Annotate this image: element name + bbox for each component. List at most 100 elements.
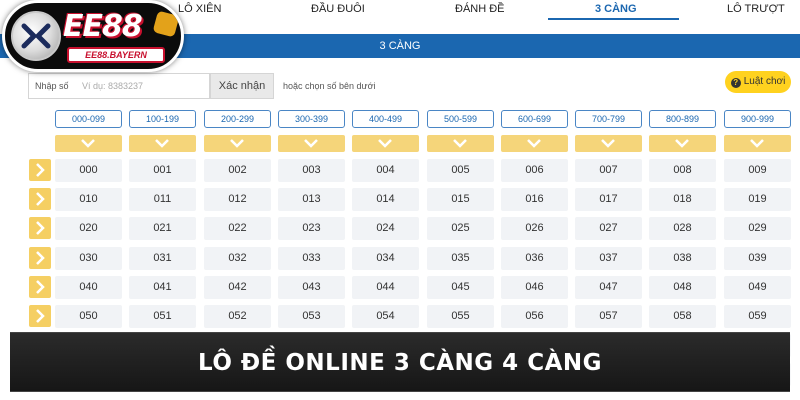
range-expand-button[interactable] <box>575 135 642 152</box>
range-button[interactable]: 800-899 <box>649 110 716 128</box>
confirm-button[interactable]: Xác nhận <box>210 73 274 99</box>
row-select-button[interactable] <box>29 188 51 210</box>
number-cell[interactable]: 035 <box>427 247 494 270</box>
tab-danh-de[interactable]: ĐÁNH ĐỀ <box>455 3 505 15</box>
number-cell[interactable]: 049 <box>724 276 791 299</box>
number-cell[interactable]: 010 <box>55 188 122 211</box>
number-cell[interactable]: 053 <box>278 305 345 328</box>
number-cell[interactable]: 040 <box>55 276 122 299</box>
rules-button[interactable]: ? Luật chơi <box>725 71 791 93</box>
number-cell[interactable]: 013 <box>278 188 345 211</box>
number-cell[interactable]: 033 <box>278 247 345 270</box>
row-select-button[interactable] <box>29 217 51 239</box>
number-cell[interactable]: 043 <box>278 276 345 299</box>
range-expand-button[interactable] <box>278 135 345 152</box>
number-cell[interactable]: 027 <box>575 217 642 240</box>
number-cell[interactable]: 037 <box>575 247 642 270</box>
number-cell[interactable]: 038 <box>649 247 716 270</box>
chevron-down-icon <box>453 139 467 148</box>
number-cell[interactable]: 039 <box>724 247 791 270</box>
number-cell[interactable]: 028 <box>649 217 716 240</box>
number-cell[interactable]: 008 <box>649 159 716 182</box>
range-expand-button[interactable] <box>724 135 791 152</box>
number-cell[interactable]: 042 <box>204 276 271 299</box>
number-input-group: Nhập số Xác nhận <box>28 73 274 99</box>
range-expand-button[interactable] <box>427 135 494 152</box>
number-cell[interactable]: 014 <box>352 188 419 211</box>
number-cell[interactable]: 051 <box>129 305 196 328</box>
number-cell[interactable]: 000 <box>55 159 122 182</box>
number-cell[interactable]: 019 <box>724 188 791 211</box>
range-expand-button[interactable] <box>129 135 196 152</box>
number-cell[interactable]: 056 <box>501 305 568 328</box>
row-select-button[interactable] <box>29 276 51 298</box>
number-cell[interactable]: 009 <box>724 159 791 182</box>
number-cell[interactable]: 024 <box>352 217 419 240</box>
range-expand-button[interactable] <box>204 135 271 152</box>
number-cell[interactable]: 032 <box>204 247 271 270</box>
tab-lo-truot[interactable]: LÔ TRƯỢT <box>727 3 785 15</box>
rules-label: Luật chơi <box>743 76 786 87</box>
chevron-down-icon <box>750 139 764 148</box>
number-cell[interactable]: 016 <box>501 188 568 211</box>
number-cell[interactable]: 017 <box>575 188 642 211</box>
number-cell[interactable]: 020 <box>55 217 122 240</box>
number-cell[interactable]: 023 <box>278 217 345 240</box>
number-cell[interactable]: 001 <box>129 159 196 182</box>
number-cell[interactable]: 059 <box>724 305 791 328</box>
number-cell[interactable]: 045 <box>427 276 494 299</box>
number-cell[interactable]: 022 <box>204 217 271 240</box>
number-cell[interactable]: 046 <box>501 276 568 299</box>
number-cell[interactable]: 018 <box>649 188 716 211</box>
range-expand-button[interactable] <box>501 135 568 152</box>
number-cell[interactable]: 044 <box>352 276 419 299</box>
number-cell[interactable]: 058 <box>649 305 716 328</box>
number-cell[interactable]: 021 <box>129 217 196 240</box>
range-expand-button[interactable] <box>55 135 122 152</box>
range-button[interactable]: 000-099 <box>55 110 122 128</box>
number-cell[interactable]: 031 <box>129 247 196 270</box>
range-button[interactable]: 500-599 <box>427 110 494 128</box>
row-select-button[interactable] <box>29 247 51 269</box>
tab-3-cang[interactable]: 3 CÀNG <box>595 3 637 15</box>
number-cell[interactable]: 006 <box>501 159 568 182</box>
range-button[interactable]: 100-199 <box>129 110 196 128</box>
number-cell[interactable]: 041 <box>129 276 196 299</box>
range-button[interactable]: 400-499 <box>352 110 419 128</box>
range-button[interactable]: 600-699 <box>501 110 568 128</box>
row-select-button[interactable] <box>29 159 51 181</box>
number-cell[interactable]: 052 <box>204 305 271 328</box>
tab-lo-xien[interactable]: LÔ XIÊN <box>178 3 221 15</box>
number-cell[interactable]: 007 <box>575 159 642 182</box>
number-cell[interactable]: 030 <box>55 247 122 270</box>
number-cell[interactable]: 034 <box>352 247 419 270</box>
number-cell[interactable]: 012 <box>204 188 271 211</box>
number-cell[interactable]: 002 <box>204 159 271 182</box>
number-cell[interactable]: 004 <box>352 159 419 182</box>
banner-title: LÔ ĐỀ ONLINE 3 CÀNG 4 CÀNG <box>197 350 602 376</box>
number-input[interactable] <box>76 73 210 99</box>
row-select-button[interactable] <box>29 305 51 327</box>
number-cell[interactable]: 055 <box>427 305 494 328</box>
tab-dau-duoi[interactable]: ĐẦU ĐUÔI <box>311 3 365 15</box>
range-button[interactable]: 700-799 <box>575 110 642 128</box>
range-button[interactable]: 900-999 <box>724 110 791 128</box>
range-button[interactable]: 200-299 <box>204 110 271 128</box>
logo-text: EE88 <box>63 9 143 44</box>
number-cell[interactable]: 015 <box>427 188 494 211</box>
number-cell[interactable]: 003 <box>278 159 345 182</box>
number-cell[interactable]: 036 <box>501 247 568 270</box>
number-cell[interactable]: 054 <box>352 305 419 328</box>
number-cell[interactable]: 025 <box>427 217 494 240</box>
number-cell[interactable]: 029 <box>724 217 791 240</box>
number-cell[interactable]: 047 <box>575 276 642 299</box>
number-cell[interactable]: 005 <box>427 159 494 182</box>
number-cell[interactable]: 011 <box>129 188 196 211</box>
range-expand-button[interactable] <box>352 135 419 152</box>
range-expand-button[interactable] <box>649 135 716 152</box>
range-button[interactable]: 300-399 <box>278 110 345 128</box>
number-cell[interactable]: 057 <box>575 305 642 328</box>
number-cell[interactable]: 048 <box>649 276 716 299</box>
number-cell[interactable]: 026 <box>501 217 568 240</box>
number-cell[interactable]: 050 <box>55 305 122 328</box>
